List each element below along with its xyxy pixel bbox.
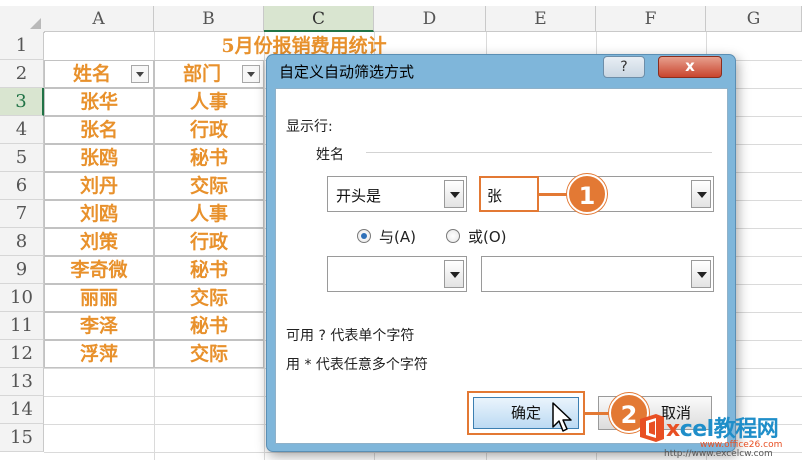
cell-name[interactable]: 张名 [44, 116, 154, 144]
chevron-down-icon[interactable] [691, 260, 711, 288]
filter-dropdown-icon[interactable] [242, 65, 260, 83]
row-header-8[interactable]: 8 [0, 228, 44, 256]
radio-and[interactable] [357, 229, 371, 243]
condition1-value-text: 张 [487, 187, 503, 205]
cell-name[interactable]: 浮萍 [44, 340, 154, 368]
row-header-7[interactable]: 7 [0, 200, 44, 228]
cell-name[interactable]: 刘鸥 [44, 200, 154, 228]
cell-dept[interactable]: 交际 [154, 172, 264, 200]
cell-dept[interactable]: 行政 [154, 228, 264, 256]
cell-name[interactable]: 李奇微 [44, 256, 154, 284]
watermark-brand: xcel教程网 [666, 411, 779, 443]
row-header-5[interactable]: 5 [0, 144, 44, 172]
condition2-operator-select[interactable] [327, 256, 467, 292]
cell-dept[interactable]: 人事 [154, 88, 264, 116]
row-header-1[interactable]: 1 [0, 32, 44, 60]
row-header-15[interactable]: 15 [0, 424, 44, 452]
row-header-12[interactable]: 12 [0, 340, 44, 368]
watermark-url-2: http://www.excelcw.com [664, 449, 773, 459]
row-header-9[interactable]: 9 [0, 256, 44, 284]
cell-dept[interactable]: 行政 [154, 116, 264, 144]
condition1-value-input[interactable]: 张 [479, 176, 539, 212]
radio-and-label[interactable]: 与(A) [379, 226, 416, 247]
cell-name[interactable]: 李泽 [44, 312, 154, 340]
select-all-icon [30, 18, 41, 29]
column-header-b[interactable]: B [154, 6, 264, 32]
cell-name[interactable]: 丽丽 [44, 284, 154, 312]
cell-dept[interactable]: 秘书 [154, 312, 264, 340]
group-divider [366, 152, 712, 153]
office-logo-icon [640, 414, 664, 442]
row-header-4[interactable]: 4 [0, 116, 44, 144]
cell-name[interactable]: 刘策 [44, 228, 154, 256]
close-button[interactable]: x [658, 56, 722, 78]
row-header-3[interactable]: 3 [0, 88, 44, 116]
column-header-d[interactable]: D [374, 6, 486, 32]
step-badge-1: 1 [567, 174, 607, 214]
help-button[interactable]: ? [603, 56, 645, 78]
show-rows-label: 显示行: [286, 119, 333, 135]
condition1-operator-select[interactable]: 开头是 [327, 176, 467, 212]
cell-dept[interactable]: 秘书 [154, 144, 264, 172]
chevron-down-icon[interactable] [444, 260, 464, 288]
row-header-13[interactable]: 13 [0, 368, 44, 396]
row-header-11[interactable]: 11 [0, 312, 44, 340]
callout-connector [539, 193, 569, 196]
cell-dept[interactable]: 交际 [154, 284, 264, 312]
radio-or[interactable] [446, 229, 460, 243]
dialog-title: 自定义自动筛选方式 [279, 63, 415, 81]
row-header-2[interactable]: 2 [0, 60, 44, 88]
chevron-down-icon[interactable] [691, 180, 711, 208]
row-header-14[interactable]: 14 [0, 396, 44, 424]
hint-multi-char: 用 * 代表任意多个字符 [286, 357, 428, 373]
cell-dept[interactable]: 秘书 [154, 256, 264, 284]
select-all-corner[interactable] [0, 6, 45, 33]
cell-name[interactable]: 刘丹 [44, 172, 154, 200]
condition2-value-input[interactable] [481, 256, 714, 292]
chevron-down-icon[interactable] [444, 180, 464, 208]
cell-dept[interactable]: 交际 [154, 340, 264, 368]
filter-dropdown-icon[interactable] [131, 65, 149, 83]
row-header-10[interactable]: 10 [0, 284, 44, 312]
column-header-g[interactable]: G [706, 6, 802, 32]
condition1-operator-value: 开头是 [336, 187, 382, 205]
column-header-a[interactable]: A [44, 6, 154, 32]
hint-single-char: 可用 ? 代表单个字符 [286, 328, 415, 344]
column-header-c[interactable]: C [264, 6, 374, 32]
radio-or-label[interactable]: 或(O) [468, 226, 507, 247]
column-header-e[interactable]: E [486, 6, 596, 32]
cell-dept[interactable]: 人事 [154, 200, 264, 228]
cell-name[interactable]: 张华 [44, 88, 154, 116]
mouse-cursor-icon [552, 402, 572, 432]
watermark-brand-x: x [666, 417, 680, 442]
watermark-brand-rest: cel教程网 [679, 417, 779, 442]
field-name-label: 姓名 [316, 147, 344, 163]
row-header-6[interactable]: 6 [0, 172, 44, 200]
cell-name[interactable]: 张鸥 [44, 144, 154, 172]
column-header-f[interactable]: F [596, 6, 706, 32]
